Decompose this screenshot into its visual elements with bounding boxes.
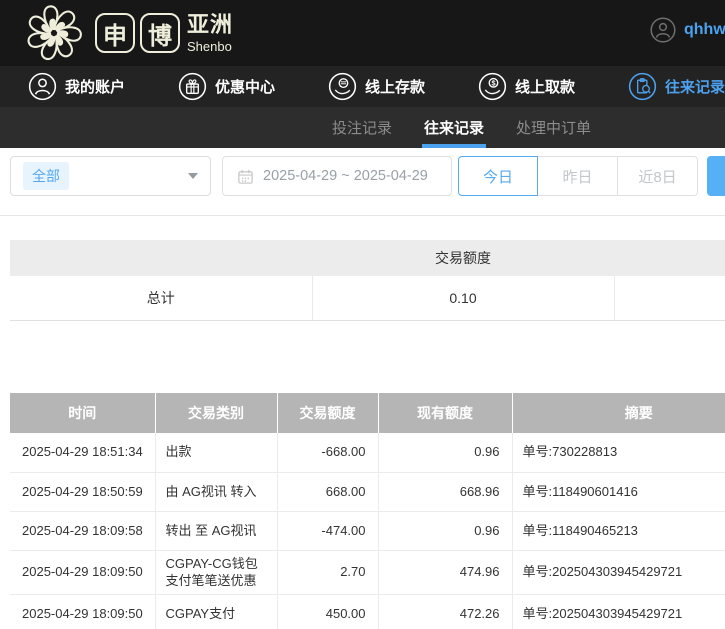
nav-label: 往来记录	[665, 76, 725, 97]
range-8days-button[interactable]: 近8日	[618, 156, 698, 196]
cell-type: 出款	[155, 433, 277, 472]
cell-time: 2025-04-29 18:50:59	[10, 472, 155, 511]
cell-type: CGPAY支付	[155, 594, 277, 629]
date-range-picker[interactable]: 2025-04-29 ~ 2025-04-29	[222, 156, 452, 196]
quick-range-group: 今日 昨日 近8日	[458, 156, 698, 196]
nav-item-my-account[interactable]: 我的账户	[28, 72, 125, 101]
nav-item-promotions[interactable]: 优惠中心	[178, 72, 275, 101]
cell-time: 2025-04-29 18:09:50	[10, 594, 155, 629]
top-brand-bar: 申 博 亚洲 Shenbo qhhw	[0, 0, 725, 66]
brand-subtitle: Shenbo	[187, 40, 233, 53]
records-table: 时间 交易类别 交易额度 现有额度 摘要 2025-04-29 18:51:34…	[10, 393, 725, 629]
subtab-label: 处理中订单	[516, 117, 591, 138]
range-today-button[interactable]: 今日	[458, 156, 538, 196]
nav-item-online-withdraw[interactable]: $ 线上取款	[478, 72, 575, 101]
search-button[interactable]	[707, 156, 725, 196]
table-row: 2025-04-29 18:09:50 CGPAY-CG钱包支付笔笔送优惠 2.…	[10, 550, 725, 594]
cell-balance: 472.26	[378, 594, 512, 629]
user-icon	[28, 72, 57, 101]
cell-summary: 单号:730228813	[512, 433, 725, 472]
calendar-icon	[237, 168, 254, 185]
col-header-summary: 摘要	[512, 393, 725, 433]
nav-label: 优惠中心	[215, 76, 275, 97]
cell-time: 2025-04-29 18:09:58	[10, 511, 155, 550]
main-nav: 我的账户 优惠中心	[0, 66, 725, 107]
cell-summary: 单号:202504303945429721	[512, 550, 725, 594]
table-row: 2025-04-29 18:50:59 由 AG视讯 转入 668.00 668…	[10, 472, 725, 511]
cell-amount: 668.00	[277, 472, 378, 511]
summary-total-label: 总计	[10, 276, 312, 320]
divider	[0, 215, 725, 216]
col-header-type: 交易类别	[155, 393, 277, 433]
summary-table: 交易额度 总计 0.10	[10, 240, 725, 321]
summary-header-spacer	[10, 240, 312, 276]
tab-processing-orders[interactable]: 处理中订单	[516, 107, 591, 148]
gift-icon	[178, 72, 207, 101]
brand-logo: 申 博 亚洲 Shenbo	[18, 2, 233, 64]
summary-empty-cell	[614, 276, 725, 320]
summary-total-row: 总计 0.10	[10, 276, 725, 320]
cell-type: CGPAY-CG钱包支付笔笔送优惠	[155, 550, 277, 594]
deposit-coin-hand-icon	[328, 72, 357, 101]
cell-summary: 单号:118490465213	[512, 511, 725, 550]
user-avatar-icon[interactable]	[650, 17, 676, 43]
svg-text:$: $	[491, 79, 495, 88]
range-yesterday-button[interactable]: 昨日	[538, 156, 618, 196]
tab-betting-records[interactable]: 投注记录	[332, 107, 392, 148]
cell-amount: 2.70	[277, 550, 378, 594]
col-header-balance: 现有额度	[378, 393, 512, 433]
selected-type-chip: 全部	[23, 162, 69, 190]
tab-transaction-records[interactable]: 往来记录	[424, 107, 484, 148]
cell-time: 2025-04-29 18:09:50	[10, 550, 155, 594]
subtab-label: 投注记录	[332, 117, 392, 138]
nav-label: 线上存款	[365, 76, 425, 97]
col-header-time: 时间	[10, 393, 155, 433]
brand-char-1: 申	[103, 16, 127, 51]
transaction-type-select[interactable]: 全部	[10, 156, 211, 196]
nav-item-transaction-records[interactable]: 往来记录	[628, 72, 725, 101]
subtab-label: 往来记录	[424, 117, 484, 138]
date-range-value: 2025-04-29 ~ 2025-04-29	[263, 168, 428, 184]
cell-amount: -474.00	[277, 511, 378, 550]
records-header-row: 时间 交易类别 交易额度 现有额度 摘要	[10, 393, 725, 433]
brand-region: 亚洲	[187, 14, 233, 36]
cell-amount: 450.00	[277, 594, 378, 629]
cell-balance: 668.96	[378, 472, 512, 511]
records-magnifier-icon	[628, 72, 657, 101]
summary-header-amount: 交易额度	[312, 240, 614, 276]
summary-header-row: 交易额度	[10, 240, 725, 276]
cell-summary: 单号:118490601416	[512, 472, 725, 511]
brand-char-box-2: 博	[140, 13, 180, 53]
brand-char-box-1: 申	[95, 13, 135, 53]
col-header-amount: 交易额度	[277, 393, 378, 433]
table-row: 2025-04-29 18:09:58 转出 至 AG视讯 -474.00 0.…	[10, 511, 725, 550]
cell-balance: 474.96	[378, 550, 512, 594]
summary-total-value: 0.10	[312, 276, 614, 320]
filter-bar: 全部 2025-04-29 ~ 2025-04-29 今日 昨日 近8日	[0, 148, 725, 215]
cell-summary: 单号:202504303945429721	[512, 594, 725, 629]
flower-logo-icon	[18, 2, 90, 64]
cell-type: 转出 至 AG视讯	[155, 511, 277, 550]
table-row: 2025-04-29 18:51:34 出款 -668.00 0.96 单号:7…	[10, 433, 725, 472]
sub-nav: 投注记录 往来记录 处理中订单	[0, 107, 725, 148]
nav-label: 线上取款	[515, 76, 575, 97]
cell-amount: -668.00	[277, 433, 378, 472]
chevron-down-icon	[188, 173, 198, 179]
cell-time: 2025-04-29 18:51:34	[10, 433, 155, 472]
summary-header-spacer	[614, 240, 725, 276]
table-row: 2025-04-29 18:09:50 CGPAY支付 450.00 472.2…	[10, 594, 725, 629]
cell-balance: 0.96	[378, 511, 512, 550]
cell-balance: 0.96	[378, 433, 512, 472]
withdraw-coin-hand-icon: $	[478, 72, 507, 101]
nav-item-online-deposit[interactable]: 线上存款	[328, 72, 425, 101]
brand-char-2: 博	[148, 16, 172, 51]
cell-type: 由 AG视讯 转入	[155, 472, 277, 511]
username[interactable]: qhhw	[684, 21, 725, 39]
nav-label: 我的账户	[65, 76, 125, 97]
